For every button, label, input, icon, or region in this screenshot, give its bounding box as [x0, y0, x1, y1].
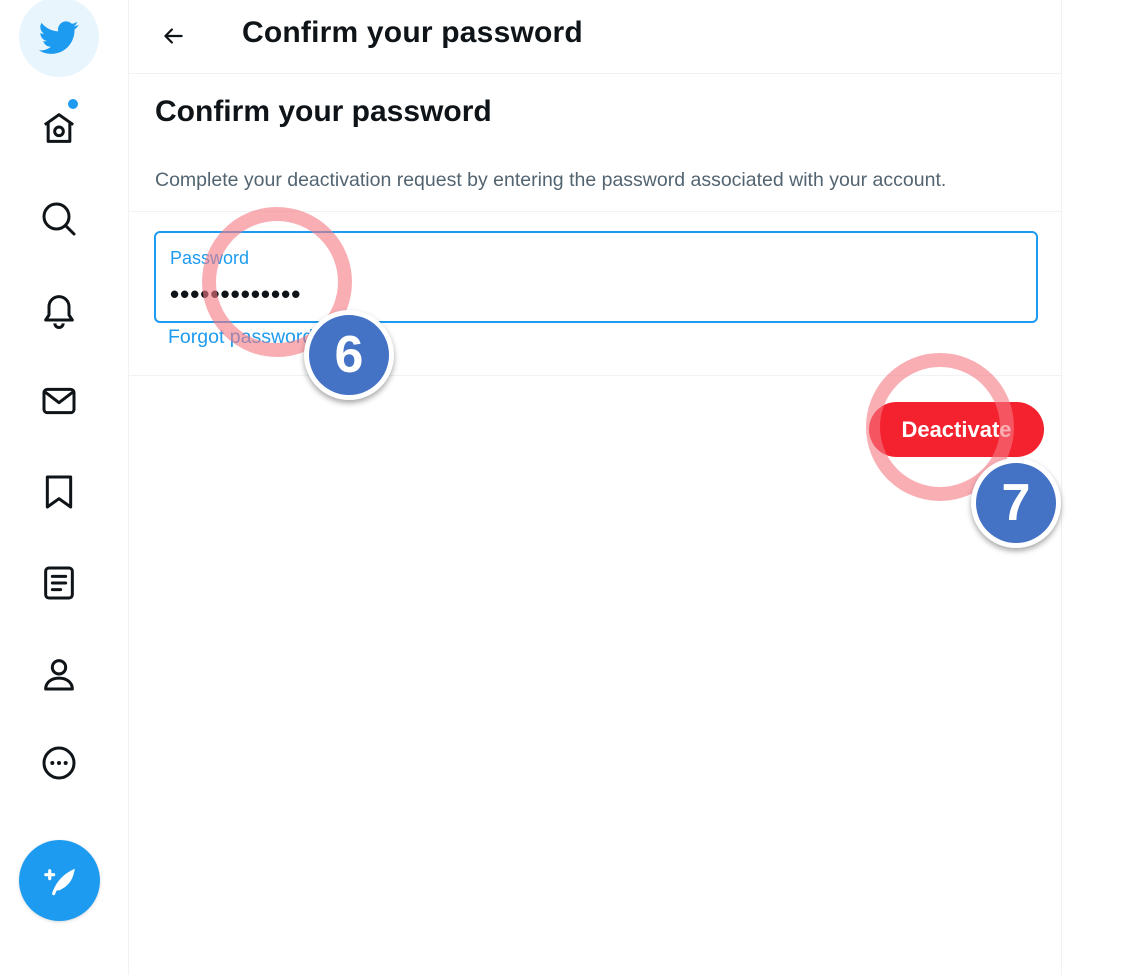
- nav-explore[interactable]: [19, 179, 99, 259]
- mail-icon: [42, 387, 76, 415]
- nav-profile[interactable]: [19, 634, 99, 714]
- nav-more[interactable]: [19, 723, 99, 803]
- back-button[interactable]: [151, 14, 195, 58]
- nav-lists[interactable]: [19, 543, 99, 623]
- nav-bookmarks[interactable]: [19, 452, 99, 532]
- more-icon: [42, 746, 76, 780]
- sidebar-nav: [0, 0, 128, 975]
- compose-tweet-icon: [43, 868, 75, 895]
- nav-messages[interactable]: [19, 361, 99, 441]
- section-title: Confirm your password: [155, 95, 492, 128]
- compose-tweet-button[interactable]: [19, 840, 100, 921]
- nav-notifications[interactable]: [19, 270, 99, 350]
- page-title: Confirm your password: [242, 16, 583, 49]
- notification-dot: [68, 99, 78, 109]
- step-badge-6: 6: [304, 310, 394, 400]
- twitter-logo-button[interactable]: [19, 0, 99, 77]
- step-badge-7: 7: [971, 458, 1061, 548]
- page-header: Confirm your password: [129, 0, 1061, 74]
- profile-icon: [44, 659, 74, 691]
- deactivation-description: Complete your deactivation request by en…: [155, 169, 947, 191]
- bookmark-icon: [45, 475, 73, 509]
- list-icon: [44, 566, 74, 600]
- twitter-logo-icon: [39, 21, 79, 54]
- home-icon: [43, 113, 75, 143]
- bell-icon: [44, 295, 74, 329]
- search-icon: [42, 202, 76, 236]
- nav-home[interactable]: [19, 88, 99, 168]
- back-arrow-icon: [164, 28, 183, 44]
